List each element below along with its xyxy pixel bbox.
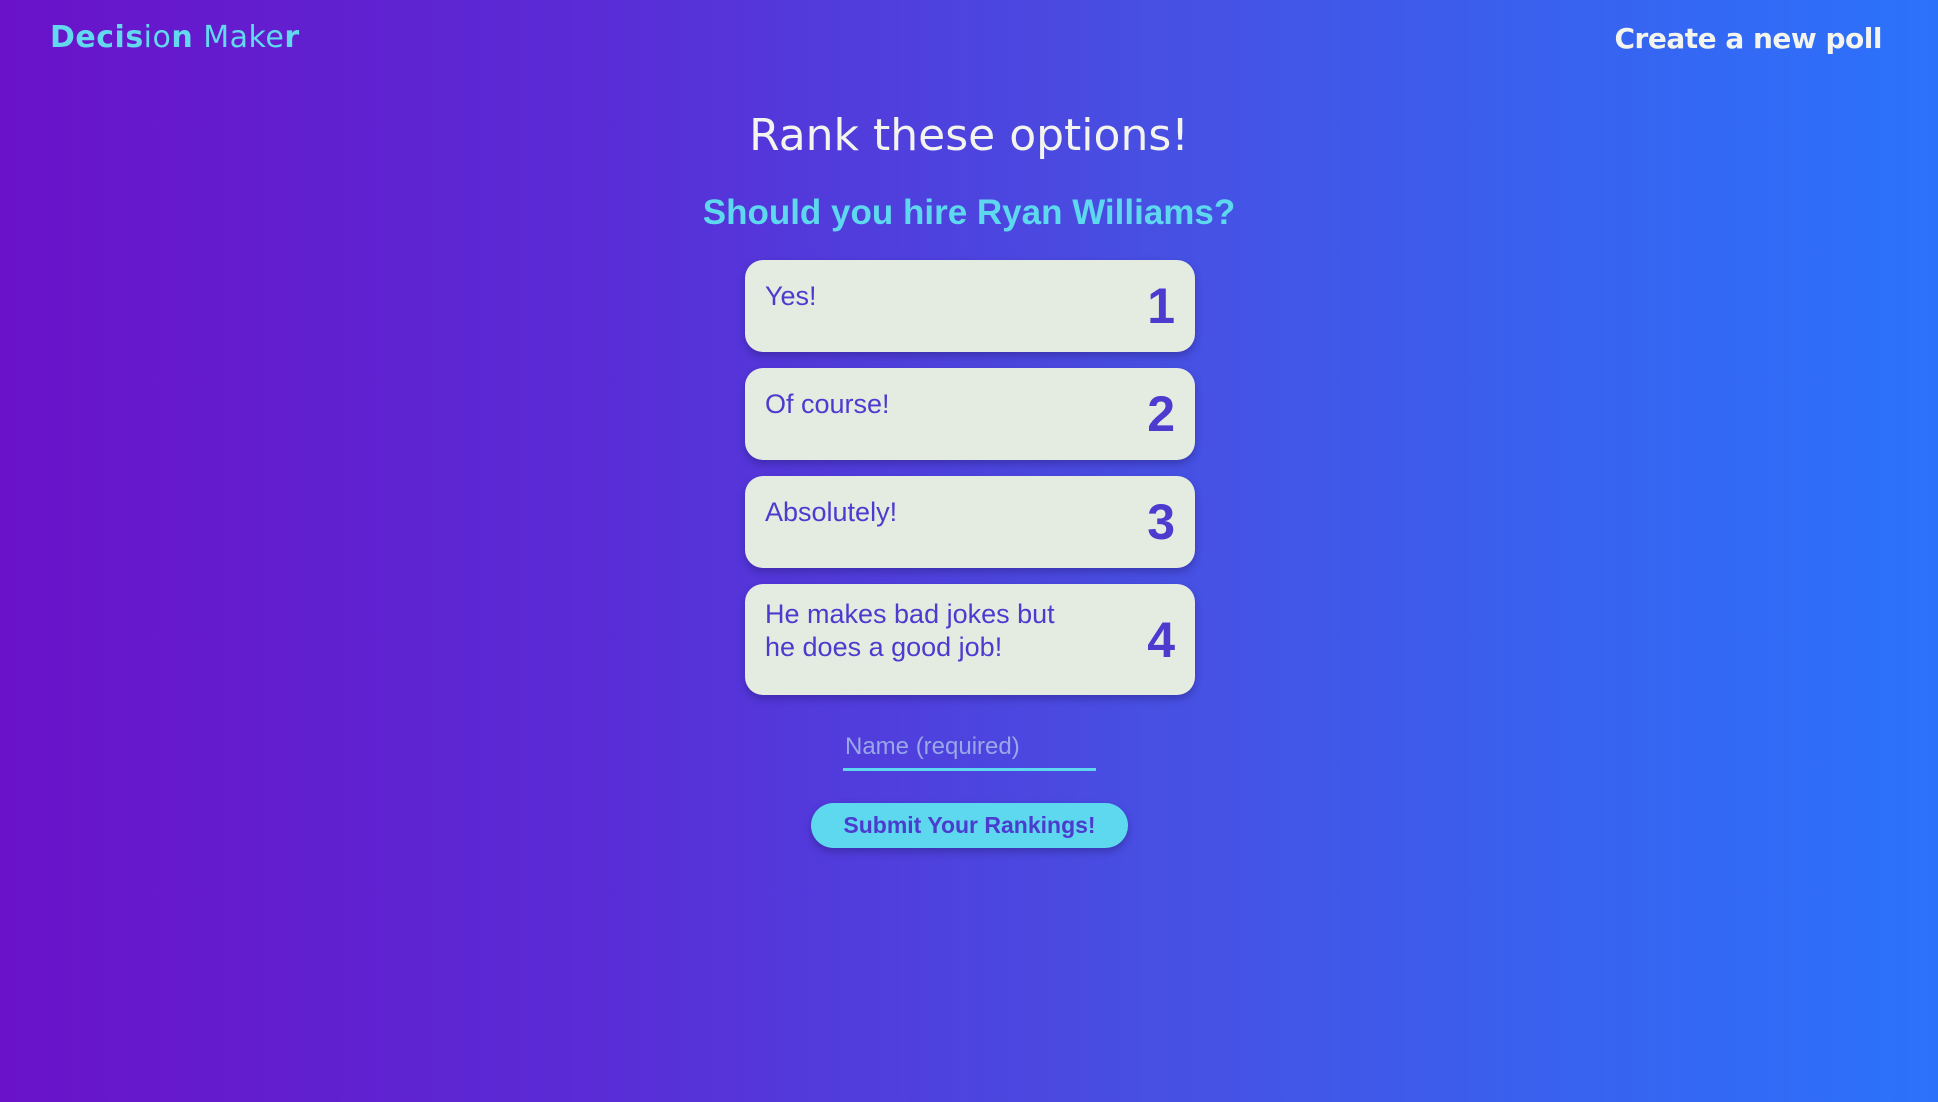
- logo-part: e: [265, 20, 285, 55]
- logo-part: r: [284, 20, 300, 55]
- logo-part: Decis: [50, 20, 144, 55]
- create-new-poll-link[interactable]: Create a new poll: [1614, 22, 1882, 55]
- logo-part: io: [143, 20, 172, 55]
- option-card[interactable]: Of course! 2: [745, 368, 1195, 460]
- logo-part: Mak: [193, 20, 266, 55]
- option-rank: 1: [1147, 278, 1175, 334]
- option-rank: 2: [1147, 386, 1175, 442]
- name-input[interactable]: [843, 727, 1096, 771]
- option-text: Absolutely!: [765, 497, 898, 527]
- option-card[interactable]: He makes bad jokes but he does a good jo…: [745, 584, 1195, 695]
- option-text: Of course!: [765, 389, 890, 419]
- option-rank: 4: [1147, 611, 1175, 668]
- option-rank: 3: [1147, 494, 1175, 550]
- submit-rankings-button[interactable]: Submit Your Rankings!: [811, 803, 1128, 848]
- page-title: Rank these options!: [749, 110, 1189, 161]
- poll-question: Should you hire Ryan Williams?: [702, 193, 1236, 232]
- option-text: Yes!: [765, 281, 817, 311]
- options-list: Yes! 1 Of course! 2 Absolutely! 3 He mak…: [745, 260, 1195, 711]
- logo-part: n: [171, 20, 194, 55]
- option-card[interactable]: Absolutely! 3: [745, 476, 1195, 568]
- app-logo[interactable]: Decision Maker: [50, 20, 300, 55]
- option-card[interactable]: Yes! 1: [745, 260, 1195, 352]
- option-text: He makes bad jokes but he does a good jo…: [765, 599, 1055, 662]
